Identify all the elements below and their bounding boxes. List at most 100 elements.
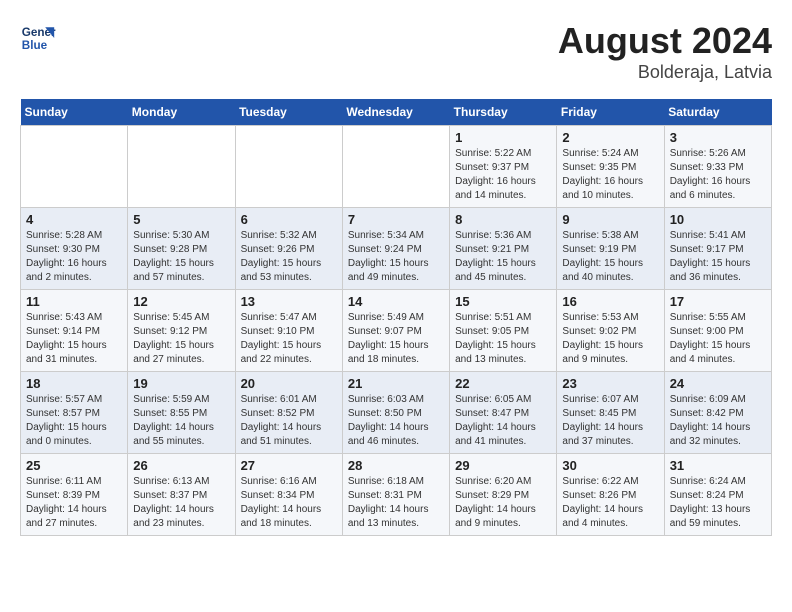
day-number: 22 <box>455 376 551 391</box>
day-number: 8 <box>455 212 551 227</box>
week-row-1: 1 Sunrise: 5:22 AMSunset: 9:37 PMDaylight… <box>21 126 772 208</box>
day-info: Sunrise: 5:49 AMSunset: 9:07 PMDaylight:… <box>348 311 444 367</box>
calendar-cell: 15 Sunrise: 5:51 AMSunset: 9:05 PMDayligh… <box>450 290 557 372</box>
day-number: 5 <box>133 212 229 227</box>
day-number: 11 <box>26 294 122 309</box>
day-info: Sunrise: 5:24 AMSunset: 9:35 PMDaylight:… <box>562 147 658 203</box>
weekday-header-saturday: Saturday <box>664 99 771 126</box>
weekday-header-wednesday: Wednesday <box>342 99 449 126</box>
day-number: 19 <box>133 376 229 391</box>
calendar-cell: 18Sunrise: 5:57 AMSunset: 8:57 PMDayligh… <box>21 372 128 454</box>
calendar-cell: 6 Sunrise: 5:32 AMSunset: 9:26 PMDaylight… <box>235 208 342 290</box>
day-info: Sunrise: 5:22 AMSunset: 9:37 PMDaylight:… <box>455 147 551 203</box>
day-number: 12 <box>133 294 229 309</box>
day-info: Sunrise: 5:36 AMSunset: 9:21 PMDaylight:… <box>455 229 551 285</box>
day-info: Sunrise: 5:45 AMSunset: 9:12 PMDaylight:… <box>133 311 229 367</box>
day-info: Sunrise: 5:32 AMSunset: 9:26 PMDaylight:… <box>241 229 337 285</box>
day-number: 7 <box>348 212 444 227</box>
day-info: Sunrise: 6:20 AMSunset: 8:29 PMDaylight:… <box>455 475 551 531</box>
day-info: Sunrise: 6:18 AMSunset: 8:31 PMDaylight:… <box>348 475 444 531</box>
day-info: Sunrise: 5:55 AMSunset: 9:00 PMDaylight:… <box>670 311 766 367</box>
calendar-cell: 22 Sunrise: 6:05 AMSunset: 8:47 PMDayligh… <box>450 372 557 454</box>
calendar-cell: 30 Sunrise: 6:22 AMSunset: 8:26 PMDayligh… <box>557 454 664 536</box>
day-info: Sunrise: 5:38 AMSunset: 9:19 PMDaylight:… <box>562 229 658 285</box>
day-number: 4 <box>26 212 122 227</box>
day-info: Sunrise: 5:59 AMSunset: 8:55 PMDaylight:… <box>133 393 229 449</box>
calendar-cell <box>342 126 449 208</box>
day-info: Sunrise: 6:11 AMSunset: 8:39 PMDaylight:… <box>26 475 122 531</box>
calendar-cell: 31Sunrise: 6:24 AMSunset: 8:24 PMDayligh… <box>664 454 771 536</box>
day-number: 30 <box>562 458 658 473</box>
day-info: Sunrise: 6:07 AMSunset: 8:45 PMDaylight:… <box>562 393 658 449</box>
day-number: 17 <box>670 294 766 309</box>
day-number: 9 <box>562 212 658 227</box>
day-number: 15 <box>455 294 551 309</box>
calendar-cell: 20 Sunrise: 6:01 AMSunset: 8:52 PMDayligh… <box>235 372 342 454</box>
day-info: Sunrise: 5:43 AMSunset: 9:14 PMDaylight:… <box>26 311 122 367</box>
logo-icon: General Blue <box>20 20 56 56</box>
calendar-cell: 12 Sunrise: 5:45 AMSunset: 9:12 PMDayligh… <box>128 290 235 372</box>
logo: General Blue <box>20 20 56 56</box>
calendar-cell: 27Sunrise: 6:16 AMSunset: 8:34 PMDayligh… <box>235 454 342 536</box>
month-title: August 2024 <box>558 20 772 62</box>
calendar-cell: 19 Sunrise: 5:59 AMSunset: 8:55 PMDayligh… <box>128 372 235 454</box>
calendar-cell: 21Sunrise: 6:03 AMSunset: 8:50 PMDayligh… <box>342 372 449 454</box>
calendar-cell: 11 Sunrise: 5:43 AMSunset: 9:14 PMDayligh… <box>21 290 128 372</box>
title-block: August 2024 Bolderaja, Latvia <box>558 20 772 83</box>
calendar-cell: 4 Sunrise: 5:28 AMSunset: 9:30 PMDaylight… <box>21 208 128 290</box>
calendar-cell <box>235 126 342 208</box>
calendar-cell: 17 Sunrise: 5:55 AMSunset: 9:00 PMDayligh… <box>664 290 771 372</box>
calendar-cell: 14 Sunrise: 5:49 AMSunset: 9:07 PMDayligh… <box>342 290 449 372</box>
day-info: Sunrise: 5:30 AMSunset: 9:28 PMDaylight:… <box>133 229 229 285</box>
calendar-cell: 10 Sunrise: 5:41 AMSunset: 9:17 PMDayligh… <box>664 208 771 290</box>
day-number: 10 <box>670 212 766 227</box>
day-number: 21 <box>348 376 444 391</box>
day-number: 3 <box>670 130 766 145</box>
day-info: Sunrise: 5:51 AMSunset: 9:05 PMDaylight:… <box>455 311 551 367</box>
day-info: Sunrise: 5:47 AMSunset: 9:10 PMDaylight:… <box>241 311 337 367</box>
day-info: Sunrise: 5:34 AMSunset: 9:24 PMDaylight:… <box>348 229 444 285</box>
day-info: Sunrise: 6:22 AMSunset: 8:26 PMDaylight:… <box>562 475 658 531</box>
calendar-cell: 1 Sunrise: 5:22 AMSunset: 9:37 PMDaylight… <box>450 126 557 208</box>
calendar-cell: 28 Sunrise: 6:18 AMSunset: 8:31 PMDayligh… <box>342 454 449 536</box>
day-info: Sunrise: 6:16 AMSunset: 8:34 PMDaylight:… <box>241 475 337 531</box>
day-number: 13 <box>241 294 337 309</box>
day-number: 1 <box>455 130 551 145</box>
weekday-header-monday: Monday <box>128 99 235 126</box>
calendar-table: SundayMondayTuesdayWednesdayThursdayFrid… <box>20 99 772 536</box>
day-number: 24 <box>670 376 766 391</box>
day-number: 20 <box>241 376 337 391</box>
day-info: Sunrise: 5:53 AMSunset: 9:02 PMDaylight:… <box>562 311 658 367</box>
week-row-4: 18Sunrise: 5:57 AMSunset: 8:57 PMDayligh… <box>21 372 772 454</box>
week-row-3: 11 Sunrise: 5:43 AMSunset: 9:14 PMDayligh… <box>21 290 772 372</box>
day-info: Sunrise: 5:28 AMSunset: 9:30 PMDaylight:… <box>26 229 122 285</box>
day-info: Sunrise: 6:09 AMSunset: 8:42 PMDaylight:… <box>670 393 766 449</box>
weekday-header-friday: Friday <box>557 99 664 126</box>
weekday-header-sunday: Sunday <box>21 99 128 126</box>
calendar-cell: 3 Sunrise: 5:26 AMSunset: 9:33 PMDaylight… <box>664 126 771 208</box>
day-number: 16 <box>562 294 658 309</box>
weekday-header-row: SundayMondayTuesdayWednesdayThursdayFrid… <box>21 99 772 126</box>
day-number: 6 <box>241 212 337 227</box>
weekday-header-thursday: Thursday <box>450 99 557 126</box>
location-title: Bolderaja, Latvia <box>558 62 772 83</box>
day-info: Sunrise: 5:41 AMSunset: 9:17 PMDaylight:… <box>670 229 766 285</box>
calendar-cell: 29 Sunrise: 6:20 AMSunset: 8:29 PMDayligh… <box>450 454 557 536</box>
svg-text:Blue: Blue <box>22 39 48 52</box>
calendar-cell: 7 Sunrise: 5:34 AMSunset: 9:24 PMDaylight… <box>342 208 449 290</box>
day-number: 25 <box>26 458 122 473</box>
calendar-cell: 16 Sunrise: 5:53 AMSunset: 9:02 PMDayligh… <box>557 290 664 372</box>
day-number: 26 <box>133 458 229 473</box>
day-number: 28 <box>348 458 444 473</box>
calendar-cell <box>21 126 128 208</box>
calendar-cell: 9 Sunrise: 5:38 AMSunset: 9:19 PMDaylight… <box>557 208 664 290</box>
day-info: Sunrise: 5:57 AMSunset: 8:57 PMDaylight:… <box>26 393 122 449</box>
day-info: Sunrise: 6:24 AMSunset: 8:24 PMDaylight:… <box>670 475 766 531</box>
day-info: Sunrise: 5:26 AMSunset: 9:33 PMDaylight:… <box>670 147 766 203</box>
day-info: Sunrise: 6:05 AMSunset: 8:47 PMDaylight:… <box>455 393 551 449</box>
day-info: Sunrise: 6:01 AMSunset: 8:52 PMDaylight:… <box>241 393 337 449</box>
day-number: 29 <box>455 458 551 473</box>
day-number: 23 <box>562 376 658 391</box>
calendar-cell: 8 Sunrise: 5:36 AMSunset: 9:21 PMDaylight… <box>450 208 557 290</box>
day-number: 14 <box>348 294 444 309</box>
